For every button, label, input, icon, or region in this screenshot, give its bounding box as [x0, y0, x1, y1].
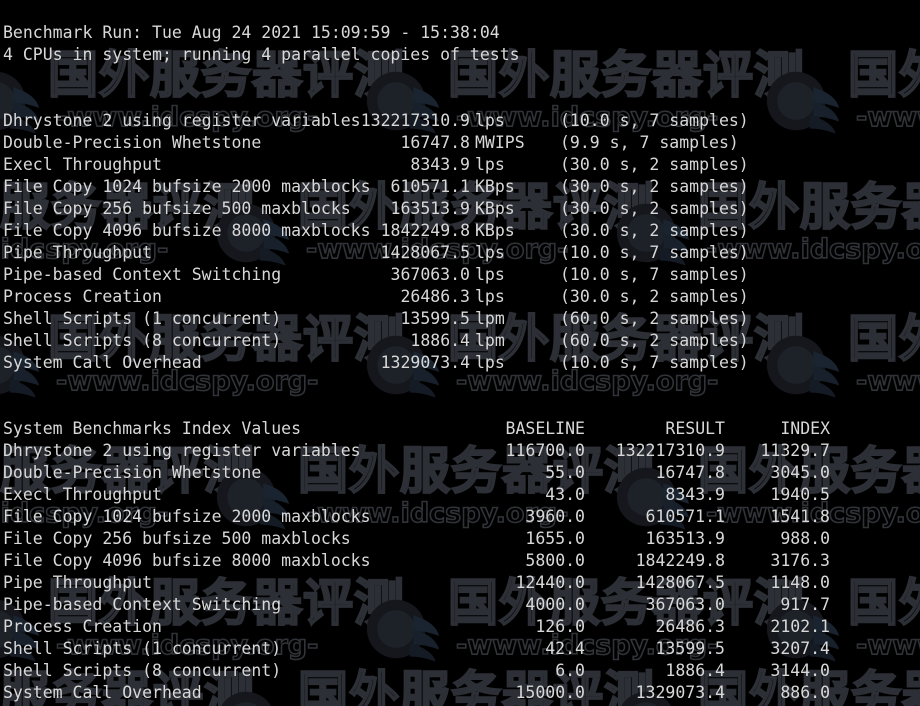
result-value: 367063.0 — [390, 265, 470, 284]
index-values-list: Dhrystone 2 using register variables 1167… — [0, 440, 920, 704]
result-value: 132217310.9 — [360, 111, 470, 130]
index-index-value: 1940.5 — [770, 485, 830, 504]
result-value: 1842249.8 — [380, 221, 470, 240]
benchmark-result-row: Double-Precision Whetstone 16747.8 MWIPS (9… — [0, 132, 920, 154]
benchmark-run-line: Benchmark Run: Tue Aug 24 2021 15:09:59 … — [0, 22, 920, 44]
index-index-value: 3045.0 — [770, 463, 830, 482]
index-header-row: System Benchmarks Index Values BASELINE … — [0, 418, 920, 440]
index-test-name: Execl Throughput — [3, 485, 162, 504]
index-index-value: 988.0 — [780, 529, 830, 548]
result-samples: (10.0 s, 7 samples) — [560, 111, 749, 130]
column-header-index: INDEX — [780, 419, 830, 438]
result-unit: MWIPS — [475, 133, 525, 152]
index-value-row: Shell Scripts (8 concurrent) 6.0 1886.4 314… — [0, 660, 920, 682]
index-index-value: 11329.7 — [760, 441, 830, 460]
result-unit: lps — [475, 287, 505, 306]
index-index-value: 1541.8 — [770, 507, 830, 526]
result-value: 1329073.4 — [380, 353, 470, 372]
index-value-row: Dhrystone 2 using register variables 1167… — [0, 440, 920, 462]
benchmark-result-row: File Copy 256 bufsize 500 maxblocks 16351… — [0, 198, 920, 220]
result-test-name: Process Creation — [3, 287, 162, 306]
index-index-value: 3144.0 — [770, 661, 830, 680]
benchmark-result-row: File Copy 4096 bufsize 8000 maxblocks 184… — [0, 220, 920, 242]
result-samples: (30.0 s, 2 samples) — [560, 221, 749, 240]
result-samples: (10.0 s, 7 samples) — [560, 243, 749, 262]
benchmark-result-row: Shell Scripts (1 concurrent) 13599.5 lpm (6… — [0, 308, 920, 330]
result-value: 13599.5 — [400, 309, 470, 328]
result-samples: (9.9 s, 7 samples) — [560, 133, 739, 152]
index-index-value: 1148.0 — [770, 573, 830, 592]
result-samples: (30.0 s, 2 samples) — [560, 177, 749, 196]
result-samples: (10.0 s, 7 samples) — [560, 353, 749, 372]
benchmark-result-row: Shell Scripts (8 concurrent) 1886.4 lpm (60… — [0, 330, 920, 352]
terminal-text: Benchmark Run: Tue Aug 24 2021 15:09:59 … — [0, 0, 920, 706]
cpu-info-text: 4 CPUs in system; running 4 parallel cop… — [3, 45, 520, 64]
result-unit: KBps — [475, 177, 515, 196]
benchmark-results-list: Dhrystone 2 using register variables 1322… — [0, 110, 920, 374]
result-samples: (60.0 s, 2 samples) — [560, 309, 749, 328]
result-value: 610571.1 — [390, 177, 470, 196]
result-value: 16747.8 — [400, 133, 470, 152]
index-value-row: Process Creation 126.0 26486.3 2102.1 — [0, 616, 920, 638]
index-value-row: File Copy 4096 bufsize 8000 maxblocks 580… — [0, 550, 920, 572]
result-value: 1886.4 — [410, 331, 470, 350]
result-unit: KBps — [475, 221, 515, 240]
result-unit: lps — [475, 243, 505, 262]
index-value-row: File Copy 256 bufsize 500 maxblocks 1655.… — [0, 528, 920, 550]
result-test-name: Pipe Throughput — [3, 243, 153, 262]
result-value: 26486.3 — [400, 287, 470, 306]
result-samples: (10.0 s, 7 samples) — [560, 265, 749, 284]
result-samples: (30.0 s, 2 samples) — [560, 155, 749, 174]
result-unit: lps — [475, 353, 505, 372]
result-test-name: Execl Throughput — [3, 155, 162, 174]
result-unit: lpm — [475, 309, 505, 328]
cpu-info-line: 4 CPUs in system; running 4 parallel cop… — [0, 44, 920, 66]
benchmark-result-row: File Copy 1024 bufsize 2000 maxblocks 610… — [0, 176, 920, 198]
result-value: 163513.9 — [390, 199, 470, 218]
index-value-row: Pipe Throughput 12440.0 1428067.5 1148.0 — [0, 572, 920, 594]
index-index-value: 3176.3 — [770, 551, 830, 570]
index-index-value: 3207.4 — [770, 639, 830, 658]
index-value-row: System Call Overhead 15000.0 1329073.4 886.… — [0, 682, 920, 704]
result-samples: (60.0 s, 2 samples) — [560, 331, 749, 350]
result-unit: KBps — [475, 199, 515, 218]
index-test-name: Process Creation — [3, 617, 162, 636]
result-value: 1428067.5 — [380, 243, 470, 262]
result-unit: lps — [475, 155, 505, 174]
result-unit: lpm — [475, 331, 505, 350]
result-samples: (30.0 s, 2 samples) — [560, 199, 749, 218]
result-unit: lps — [475, 265, 505, 284]
result-unit: lps — [475, 111, 505, 130]
benchmark-result-row: Pipe Throughput 1428067.5 lps (10.0 s, 7 sa… — [0, 242, 920, 264]
index-index-value: 2102.1 — [770, 617, 830, 636]
benchmark-result-row: System Call Overhead 1329073.4 lps (10.0 s,… — [0, 352, 920, 374]
index-value-row: File Copy 1024 bufsize 2000 maxblocks 396… — [0, 506, 920, 528]
index-test-name: System Call Overhead — [3, 683, 202, 702]
terminal-window: 国外服务器评测 -www.idcspy.org- 国外服务器评测 -www.idcsp… — [0, 0, 920, 706]
result-samples: (30.0 s, 2 samples) — [560, 287, 749, 306]
benchmark-run-text: Benchmark Run: Tue Aug 24 2021 15:09:59 … — [3, 23, 500, 42]
index-test-name: Pipe Throughput — [3, 573, 153, 592]
benchmark-result-row: Execl Throughput 8343.9 lps (30.0 s, 2 samp… — [0, 154, 920, 176]
index-value-row: Pipe-based Context Switching 4000.0 367063… — [0, 594, 920, 616]
benchmark-result-row: Dhrystone 2 using register variables 1322… — [0, 110, 920, 132]
index-value-row: Shell Scripts (1 concurrent) 42.4 13599.5 3… — [0, 638, 920, 660]
benchmark-result-row: Pipe-based Context Switching 367063.0 lps(… — [0, 264, 920, 286]
index-index-value: 886.0 — [780, 683, 830, 702]
index-value-row: Execl Throughput 43.0 8343.9 1940.5 — [0, 484, 920, 506]
index-value-row: Double-Precision Whetstone 55.0 16747.8 304… — [0, 462, 920, 484]
index-index-value: 917.7 — [780, 595, 830, 614]
benchmark-result-row: Process Creation 26486.3 lps (30.0 s, 2 sam… — [0, 286, 920, 308]
result-value: 8343.9 — [410, 155, 470, 174]
